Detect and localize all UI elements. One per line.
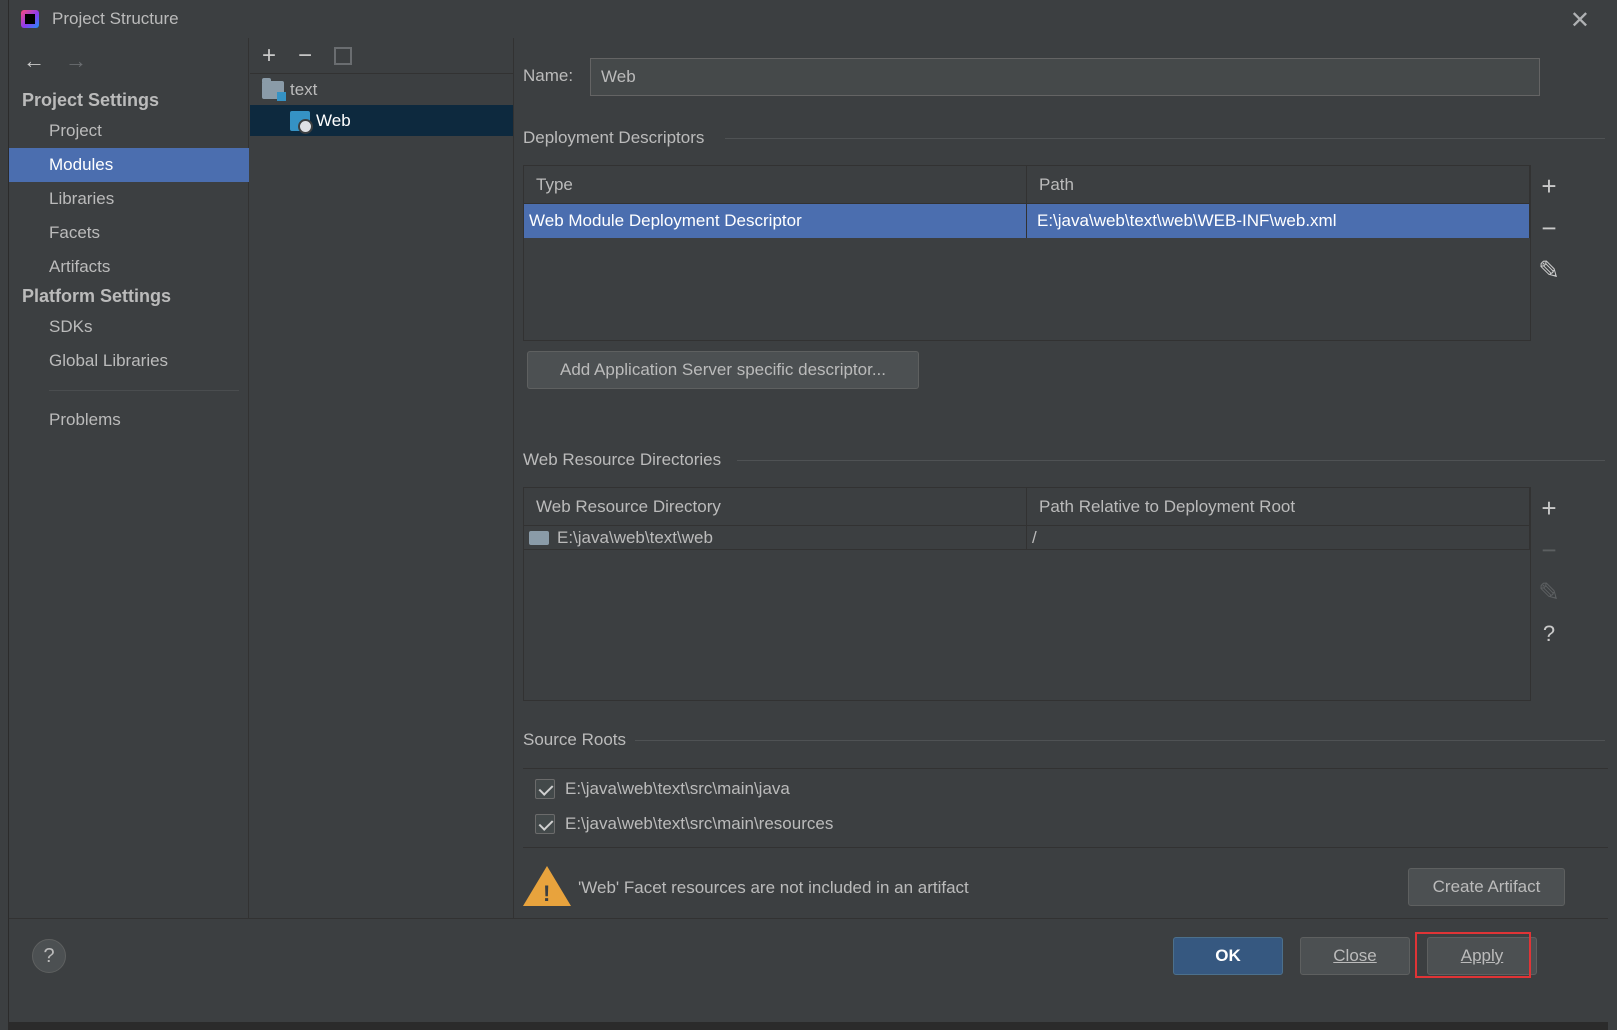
table-header: Type Path [524,166,1530,204]
web-facet-icon [290,110,313,134]
cell-dir-text: E:\java\web\text\web [557,528,713,547]
project-structure-dialog: Project Structure ✕ ← → Project Settings… [9,0,1608,1022]
descriptor-tools: + − ✎ [1531,172,1567,284]
sidebar-item-project[interactable]: Project [9,114,249,148]
settings-sidebar: ← → Project Settings Project Modules Lib… [9,38,249,948]
edit-icon[interactable]: ✎ [1538,578,1560,606]
forward-arrow-icon[interactable]: → [65,48,87,74]
sidebar-item-sdks[interactable]: SDKs [9,310,249,344]
warning-mark: ! [543,881,551,906]
facet-settings-panel: Name: Web Deployment Descriptors Type Pa… [515,38,1608,948]
name-field[interactable]: Web [590,58,1540,96]
add-icon[interactable]: + [1541,172,1556,200]
group-divider [725,138,1605,139]
web-resource-directories-table: Web Resource Directory Path Relative to … [523,487,1531,701]
sidebar-item-libraries[interactable]: Libraries [9,182,249,216]
cell-path: E:\java\web\text\web\WEB-INF\web.xml [1027,204,1530,238]
source-root-item[interactable]: E:\java\web\text\src\main\resources [535,814,833,834]
tree-item-label: Web [316,110,351,130]
sidebar-item-problems[interactable]: Problems [9,403,249,437]
group-divider [635,740,1605,741]
remove-icon[interactable]: − [1541,536,1556,564]
remove-icon[interactable]: − [1541,214,1556,242]
help-icon[interactable]: ? [32,939,66,973]
modules-pane: + − text Web [250,38,514,948]
source-root-path: E:\java\web\text\src\main\resources [565,814,834,833]
column-header-web-resource-directory[interactable]: Web Resource Directory [524,488,1027,525]
ok-button[interactable]: OK [1173,937,1283,975]
column-header-path[interactable]: Path [1027,166,1530,203]
source-root-item[interactable]: E:\java\web\text\src\main\java [535,779,790,799]
tree-item-text[interactable]: text [250,74,513,105]
web-resource-directories-title: Web Resource Directories [523,450,722,469]
folder-module-icon [262,77,286,101]
column-header-type[interactable]: Type [524,166,1027,203]
source-root-path: E:\java\web\text\src\main\java [565,779,790,798]
create-artifact-button[interactable]: Create Artifact [1408,868,1565,906]
back-arrow-icon[interactable]: ← [23,48,45,74]
checkbox-checked[interactable] [535,779,555,799]
checkbox-checked[interactable] [535,814,555,834]
close-button[interactable]: Close [1300,937,1410,975]
sidebar-item-global-libraries[interactable]: Global Libraries [9,344,249,378]
platform-settings-header: Platform Settings [22,286,172,306]
title-bar: Project Structure ✕ [9,0,1608,38]
project-settings-header: Project Settings [22,90,160,110]
ide-background-strip-right [1608,0,1617,1030]
cell-type: Web Module Deployment Descriptor [524,204,1027,238]
edit-icon[interactable]: ✎ [1538,256,1560,284]
highlight-box [1415,932,1531,978]
modules-toolbar: + − [250,38,513,74]
dialog-footer: ? OK Close Apply [9,918,1608,1022]
nav-arrows: ← → [23,48,87,74]
source-roots-title: Source Roots [523,730,626,749]
group-divider [737,460,1605,461]
sidebar-item-artifacts[interactable]: Artifacts [9,250,249,284]
table-row[interactable]: E:\java\web\text\web / [524,526,1530,550]
cell-dir: E:\java\web\text\web [524,526,1027,550]
help-icon[interactable]: ? [1543,620,1555,648]
table-row[interactable]: Web Module Deployment Descriptor E:\java… [524,204,1530,238]
table-header: Web Resource Directory Path Relative to … [524,488,1530,526]
sidebar-item-facets[interactable]: Facets [9,216,249,250]
add-module-icon[interactable]: + [262,42,276,70]
ide-background-strip [0,0,9,1030]
sidebar-divider [49,390,239,391]
add-icon[interactable]: + [1541,494,1556,522]
add-server-descriptor-button[interactable]: Add Application Server specific descript… [527,351,919,389]
deployment-descriptors-title: Deployment Descriptors [523,128,705,147]
close-icon[interactable]: ✕ [1570,6,1590,35]
sidebar-item-modules[interactable]: Modules [9,148,249,182]
tree-item-web[interactable]: Web [250,105,513,136]
column-header-relative-path[interactable]: Path Relative to Deployment Root [1027,488,1530,525]
resource-tools: + − ✎ ? [1531,494,1567,648]
tree-item-label: text [290,79,318,99]
intellij-logo-icon [21,10,39,28]
remove-module-icon[interactable]: − [298,42,312,70]
cell-relative: / [1027,526,1530,550]
warning-text: 'Web' Facet resources are not included i… [578,878,969,897]
web-folder-icon [529,531,549,545]
copy-module-icon[interactable] [334,46,353,65]
deployment-descriptors-table: Type Path Web Module Deployment Descript… [523,165,1531,341]
name-label: Name: [523,66,574,85]
dialog-title: Project Structure [52,9,179,28]
